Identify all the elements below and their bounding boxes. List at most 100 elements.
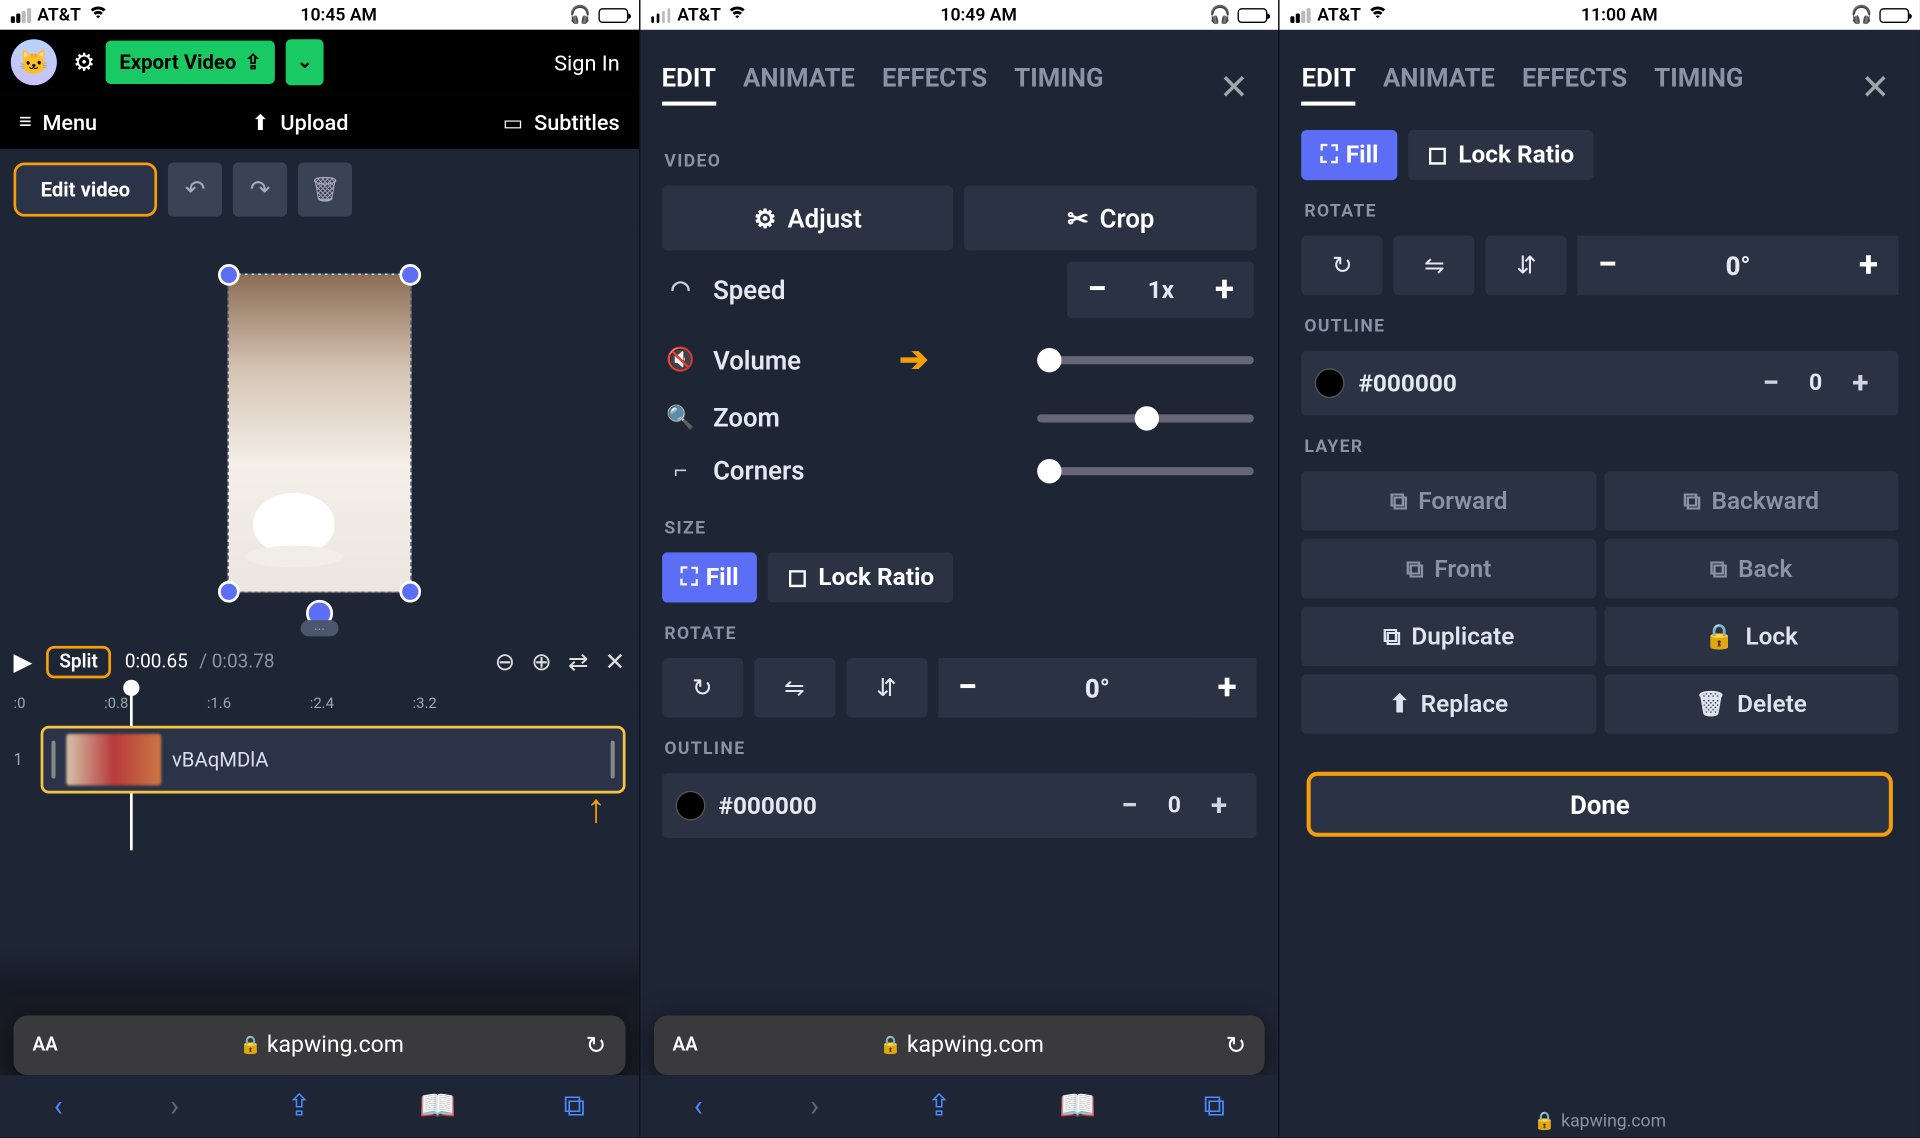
share-icon[interactable]: ⇪	[287, 1089, 312, 1123]
resize-handle-br[interactable]	[399, 581, 421, 603]
layer-replace-button[interactable]: ⬆Replace	[1302, 674, 1596, 734]
tab-animate[interactable]: ANIMATE	[743, 62, 855, 105]
rotate-stepper[interactable]: − 0° +	[938, 658, 1257, 718]
outline-increase[interactable]: +	[1195, 781, 1244, 830]
flip-h-button[interactable]: ⇋	[1394, 236, 1475, 296]
layer-lock-button[interactable]: 🔒Lock	[1604, 607, 1898, 667]
lock-ratio-button[interactable]: ◻Lock Ratio	[768, 552, 953, 602]
resize-handle-bl[interactable]	[218, 581, 240, 603]
edit-video-button[interactable]: Edit video	[14, 162, 158, 216]
upload-button[interactable]: ⬆Upload	[251, 109, 348, 135]
reload-icon[interactable]: ↻	[1226, 1031, 1246, 1059]
close-timeline-icon[interactable]: ✕	[605, 648, 625, 676]
forward-icon[interactable]: ›	[170, 1089, 179, 1123]
share-icon[interactable]: ⇪	[927, 1089, 952, 1123]
rotate-stepper[interactable]: − 0° +	[1578, 236, 1898, 296]
video-layer[interactable]	[227, 274, 411, 594]
safari-address-bar[interactable]: AA 🔒kapwing.com ↻	[14, 1016, 626, 1076]
rotate-button[interactable]: ↻	[1302, 236, 1383, 296]
fill-button[interactable]: ⛶Fill	[1302, 130, 1398, 180]
reload-icon[interactable]: ↻	[586, 1031, 606, 1059]
tab-edit[interactable]: EDIT	[1302, 62, 1356, 105]
split-button[interactable]: Split	[46, 646, 112, 678]
outline-increase[interactable]: +	[1836, 359, 1885, 408]
rotate-decrease[interactable]: −	[938, 658, 998, 718]
track-number: 1	[14, 750, 30, 769]
outline-color-swatch[interactable]	[675, 791, 705, 821]
speed-decrease[interactable]: −	[1067, 261, 1127, 318]
clip-handle-right[interactable]	[610, 741, 614, 779]
rotate-decrease[interactable]: −	[1578, 236, 1638, 296]
rotate-button[interactable]: ↻	[662, 658, 743, 718]
volume-slider[interactable]	[1038, 356, 1255, 364]
settings-icon[interactable]: ⚙	[73, 48, 95, 76]
close-panel-icon[interactable]: ✕	[1861, 68, 1891, 109]
menu-button[interactable]: ≡Menu	[19, 108, 97, 135]
speed-increase[interactable]: +	[1195, 261, 1255, 318]
outline-controls[interactable]: #000000 − 0 +	[662, 773, 1257, 838]
delete-button[interactable]: 🗑	[298, 162, 352, 216]
close-panel-icon[interactable]: ✕	[1219, 68, 1249, 109]
canvas[interactable]: ⋯	[0, 230, 639, 636]
layer-forward-button[interactable]: ⧉Forward	[1302, 471, 1596, 531]
outline-color-swatch[interactable]	[1315, 368, 1345, 398]
sign-in-link[interactable]: Sign In	[546, 49, 628, 75]
corners-slider[interactable]	[1038, 466, 1255, 474]
tab-timing[interactable]: TIMING	[1014, 62, 1103, 105]
timeline-ruler[interactable]: :0 :0.8 :1.6 :2.4 :3.2	[0, 688, 639, 718]
undo-button[interactable]: ↶	[168, 162, 222, 216]
zoom-in-icon[interactable]: ⊕	[531, 648, 551, 676]
outline-decrease[interactable]: −	[1747, 359, 1796, 408]
safari-toolbar: ‹ › ⇪ 📖 ⧉	[0, 1075, 639, 1137]
clip-handle-left[interactable]	[51, 741, 55, 779]
layer-front-button[interactable]: ⧉Front	[1302, 539, 1596, 599]
safari-address-bar[interactable]: AA 🔒kapwing.com ↻	[654, 1016, 1266, 1076]
play-button[interactable]: ▶	[14, 648, 33, 676]
layer-duplicate-button[interactable]: ⧉Duplicate	[1302, 607, 1596, 667]
subtitles-button[interactable]: ▭Subtitles	[503, 109, 620, 135]
layer-backward-button[interactable]: ⧉Backward	[1604, 471, 1898, 531]
video-clip[interactable]: vBAqMDlA	[41, 726, 625, 794]
export-dropdown[interactable]: ⌄	[286, 39, 324, 85]
tab-effects[interactable]: EFFECTS	[1522, 62, 1627, 105]
export-video-button[interactable]: Export Video ⇪	[106, 41, 275, 84]
zoom-slider[interactable]	[1038, 414, 1255, 422]
volume-muted-icon: 🔇	[664, 347, 696, 374]
layer-delete-button[interactable]: 🗑Delete	[1604, 674, 1898, 734]
text-size-button[interactable]: AA	[32, 1034, 57, 1056]
speed-stepper[interactable]: − 1x +	[1067, 261, 1254, 318]
adjust-button[interactable]: ⚙Adjust	[662, 185, 954, 250]
rotate-increase[interactable]: +	[1197, 658, 1257, 718]
tab-effects[interactable]: EFFECTS	[882, 62, 987, 105]
forward-icon[interactable]: ›	[810, 1089, 819, 1123]
flip-v-button[interactable]: ⇵	[1486, 236, 1567, 296]
outline-decrease[interactable]: −	[1105, 781, 1154, 830]
layer-back-button[interactable]: ⧉Back	[1604, 539, 1898, 599]
avatar[interactable]: 🐱	[11, 39, 57, 85]
resize-handle-tr[interactable]	[399, 264, 421, 286]
back-icon[interactable]: ‹	[694, 1089, 703, 1123]
bookmarks-icon[interactable]: 📖	[1059, 1089, 1096, 1123]
tab-timing[interactable]: TIMING	[1654, 62, 1743, 105]
resize-handle-tl[interactable]	[218, 264, 240, 286]
flip-v-button[interactable]: ⇵	[846, 658, 927, 718]
lock-ratio-button[interactable]: ◻Lock Ratio	[1408, 130, 1593, 180]
tabs-icon[interactable]: ⧉	[1204, 1089, 1225, 1123]
flip-h-button[interactable]: ⇋	[754, 658, 835, 718]
rotate-increase[interactable]: +	[1839, 236, 1899, 296]
bookmarks-icon[interactable]: 📖	[419, 1089, 456, 1123]
back-icon[interactable]: ‹	[54, 1089, 63, 1123]
text-size-button[interactable]: AA	[672, 1034, 697, 1056]
timeline-track: 1 vBAqMDlA ↑	[14, 726, 626, 794]
tab-animate[interactable]: ANIMATE	[1383, 62, 1495, 105]
crop-button[interactable]: ✂Crop	[965, 185, 1257, 250]
fill-button[interactable]: ⛶Fill	[662, 552, 758, 602]
done-button[interactable]: Done	[1307, 772, 1893, 837]
drag-handle[interactable]: ⋯	[300, 620, 338, 636]
redo-button[interactable]: ↷	[233, 162, 287, 216]
tab-edit[interactable]: EDIT	[662, 62, 716, 105]
outline-controls[interactable]: #000000 − 0 +	[1302, 351, 1899, 416]
fit-icon[interactable]: ⇄	[568, 648, 588, 676]
zoom-out-icon[interactable]: ⊖	[495, 648, 515, 676]
tabs-icon[interactable]: ⧉	[564, 1089, 585, 1123]
